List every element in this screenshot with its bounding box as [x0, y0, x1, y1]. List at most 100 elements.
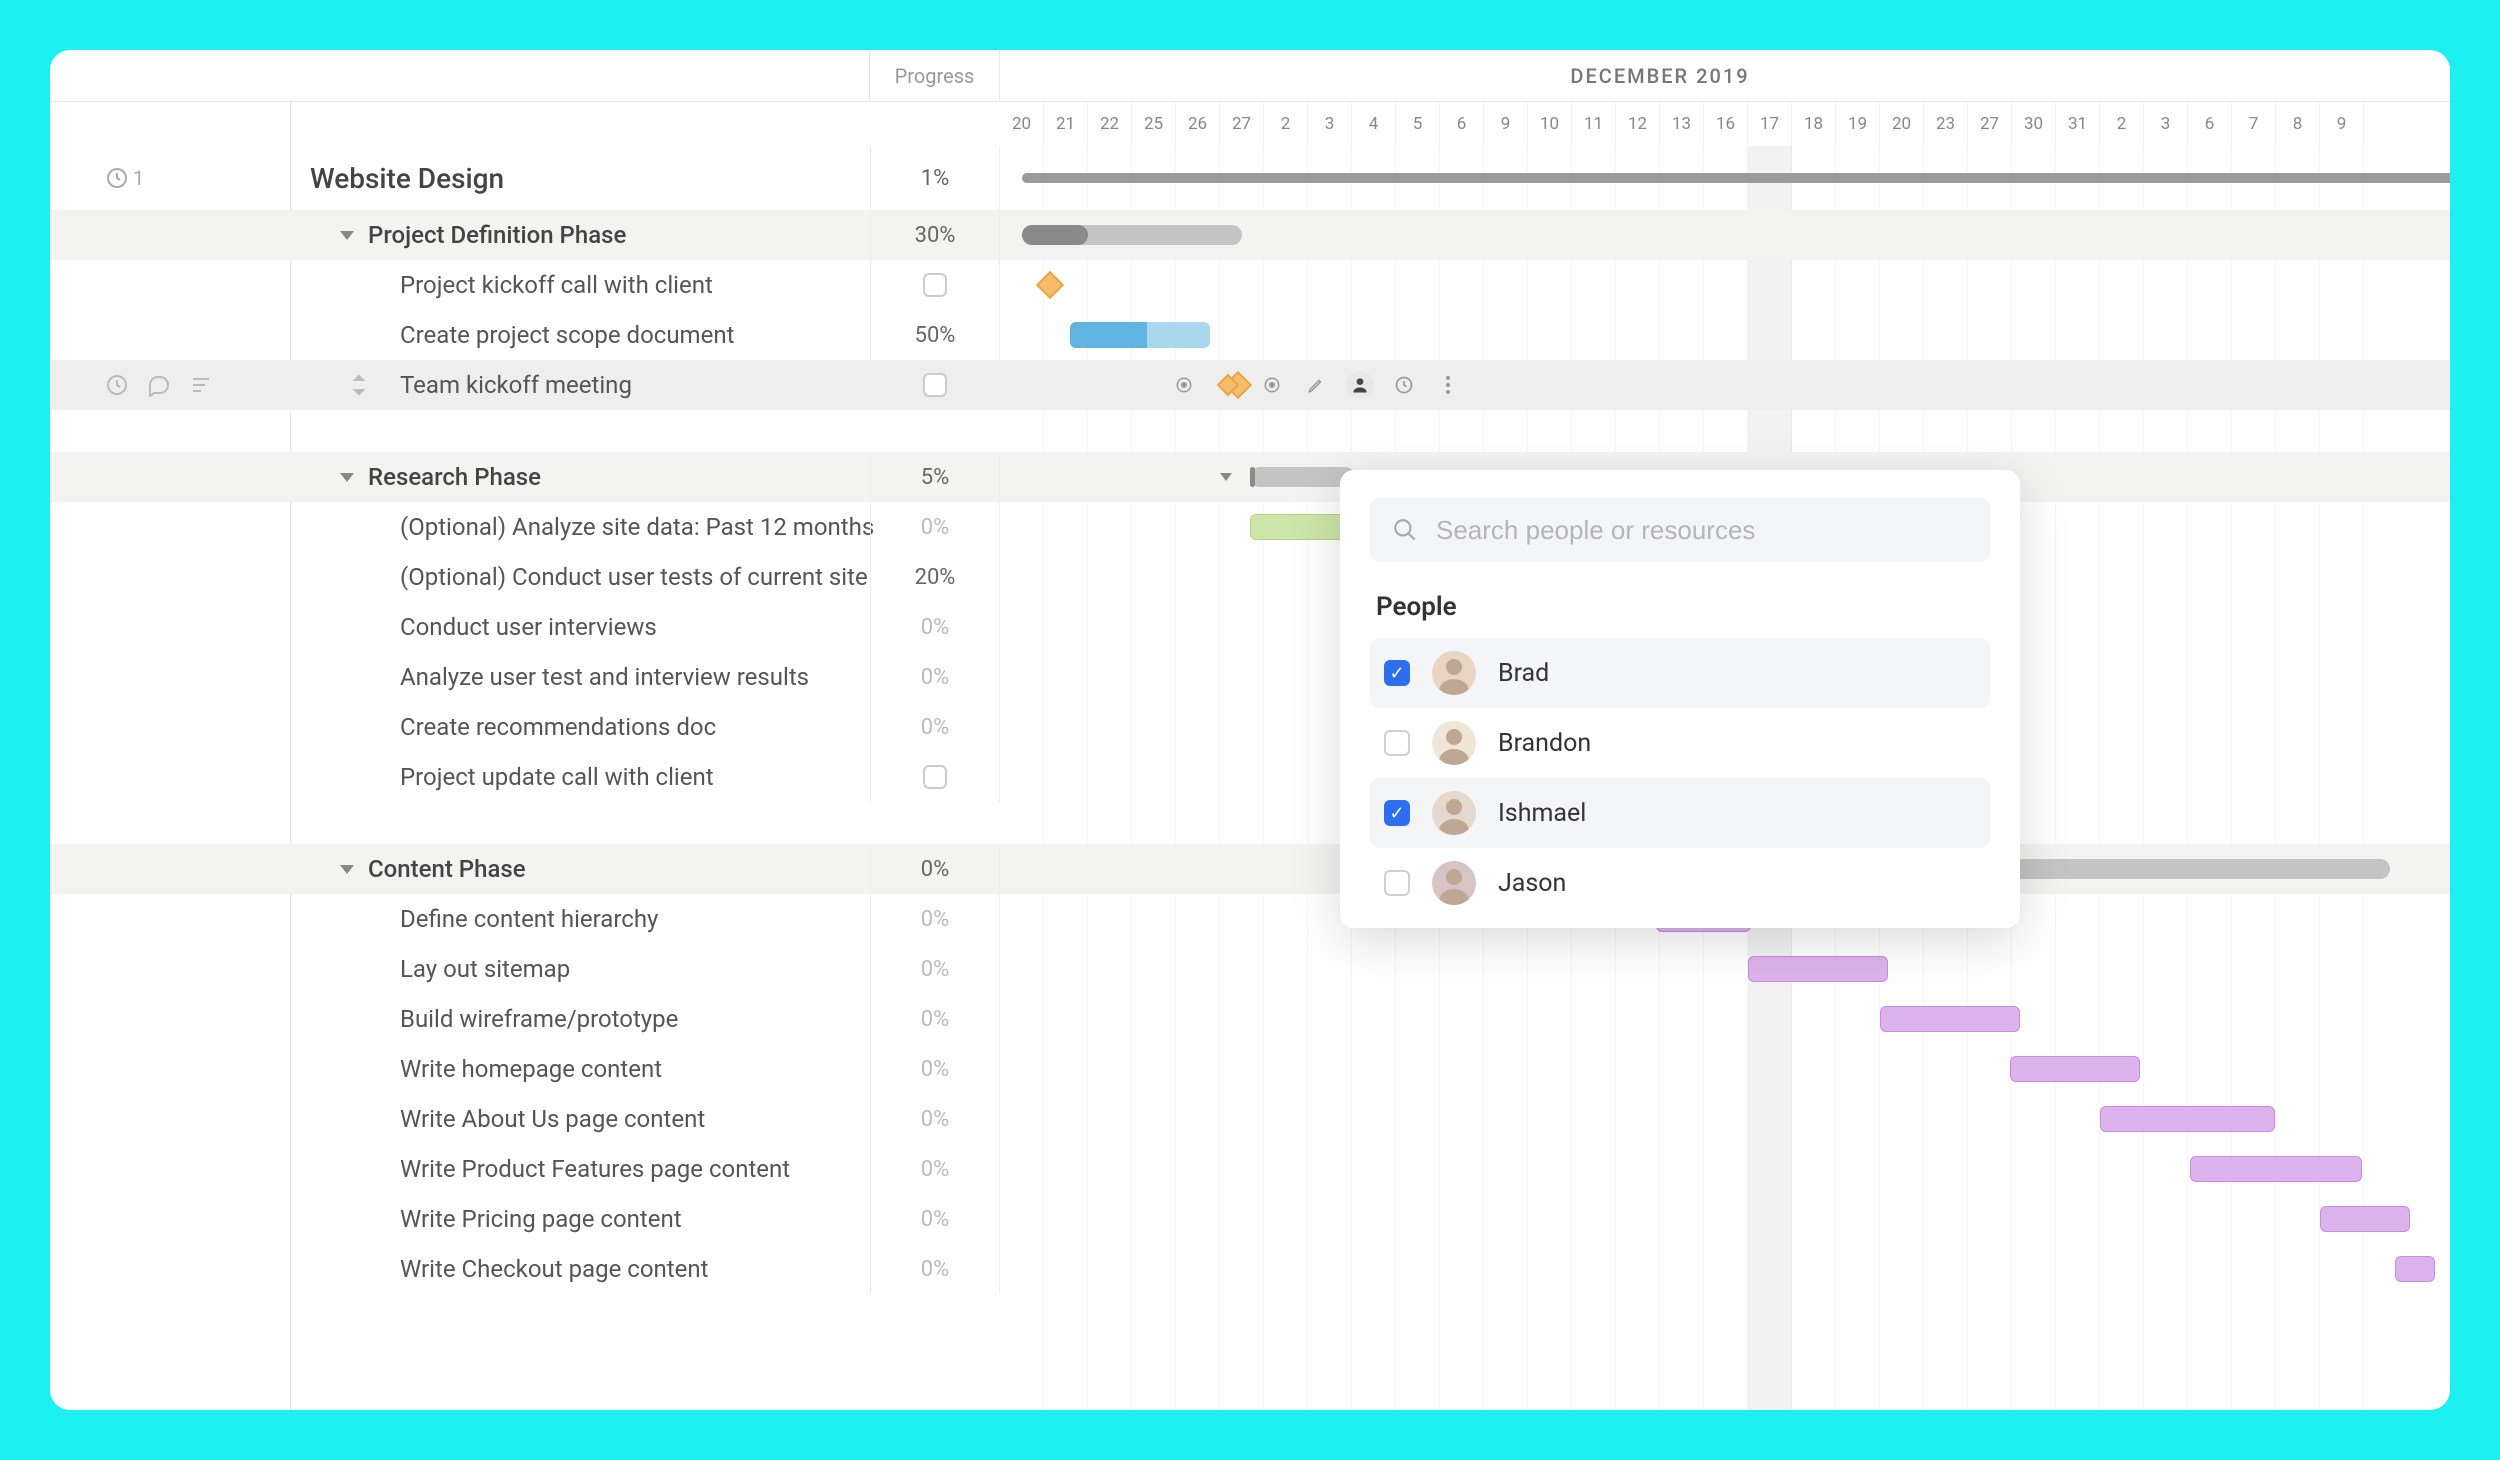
progress-cell[interactable]: 0%: [870, 1044, 1000, 1094]
clock-icon[interactable]: [1390, 371, 1418, 399]
task-row[interactable]: Write Pricing page content0%: [50, 1194, 2450, 1244]
task-row[interactable]: Write Checkout page content0%: [50, 1244, 2450, 1294]
day-column[interactable]: 22: [1088, 102, 1132, 146]
progress-cell[interactable]: 0%: [870, 994, 1000, 1044]
day-column[interactable]: 7: [2232, 102, 2276, 146]
timeline-days-strip[interactable]: 2021222526272345691011121316171819202327…: [1000, 102, 2450, 146]
task-bar[interactable]: [2100, 1106, 2275, 1132]
person-checkbox[interactable]: ✓: [1384, 660, 1410, 686]
milestone-icon[interactable]: [1214, 371, 1242, 399]
group-name[interactable]: Project Definition Phase: [340, 221, 626, 249]
task-bar[interactable]: [1880, 1006, 2020, 1032]
progress-cell[interactable]: 50%: [870, 310, 1000, 360]
day-column[interactable]: 9: [2320, 102, 2364, 146]
more-icon[interactable]: [1434, 371, 1462, 399]
task-row[interactable]: Write About Us page content 0%: [50, 1094, 2450, 1144]
progress-cell[interactable]: 0%: [870, 1194, 1000, 1244]
day-column[interactable]: 19: [1836, 102, 1880, 146]
day-column[interactable]: 26: [1176, 102, 1220, 146]
task-name[interactable]: Write About Us page content: [400, 1105, 705, 1133]
group-collapse-icon[interactable]: [1220, 473, 1232, 481]
progress-cell[interactable]: 5%: [870, 452, 1000, 502]
progress-cell[interactable]: 0%: [870, 502, 1000, 552]
group-bar[interactable]: [1022, 225, 1242, 245]
task-bar[interactable]: [1070, 322, 1210, 348]
task-name[interactable]: Write Product Features page content: [400, 1155, 790, 1183]
day-column[interactable]: 5: [1396, 102, 1440, 146]
day-column[interactable]: 6: [1440, 102, 1484, 146]
day-column[interactable]: 2: [1264, 102, 1308, 146]
complete-checkbox[interactable]: [923, 373, 947, 397]
progress-cell[interactable]: 0%: [870, 602, 1000, 652]
day-column[interactable]: 20: [1000, 102, 1044, 146]
person-checkbox[interactable]: [1384, 730, 1410, 756]
collapse-chevron-icon[interactable]: [340, 231, 354, 240]
day-column[interactable]: 3: [2144, 102, 2188, 146]
notes-icon[interactable]: [189, 373, 213, 397]
day-column[interactable]: 9: [1484, 102, 1528, 146]
group-row[interactable]: Research Phase 5%: [50, 452, 2450, 502]
task-row[interactable]: Conduct user interviews0%: [50, 602, 2450, 652]
attachment-icon[interactable]: 1: [105, 166, 144, 190]
day-column[interactable]: 21: [1044, 102, 1088, 146]
circle-dot-icon[interactable]: [1258, 371, 1286, 399]
day-column[interactable]: 20: [1880, 102, 1924, 146]
people-search[interactable]: [1370, 498, 1990, 562]
day-column[interactable]: 13: [1660, 102, 1704, 146]
progress-cell[interactable]: 0%: [870, 1094, 1000, 1144]
person-row[interactable]: ✓Ishmael: [1370, 778, 1990, 848]
collapse-chevron-icon[interactable]: [340, 473, 354, 482]
task-name[interactable]: Create project scope document: [400, 321, 734, 349]
task-bar[interactable]: [2395, 1256, 2435, 1282]
collapse-chevron-icon[interactable]: [340, 865, 354, 874]
group-row[interactable]: Project Definition Phase 30%: [50, 210, 2450, 260]
complete-checkbox[interactable]: [923, 273, 947, 297]
task-name[interactable]: Team kickoff meeting: [400, 371, 632, 399]
task-bar[interactable]: [1748, 956, 1888, 982]
progress-cell[interactable]: [870, 752, 1000, 802]
task-name[interactable]: Lay out sitemap: [400, 955, 570, 983]
progress-cell[interactable]: 30%: [870, 210, 1000, 260]
day-column[interactable]: 2: [2100, 102, 2144, 146]
task-name[interactable]: Project update call with client: [400, 763, 714, 791]
day-column[interactable]: 3: [1308, 102, 1352, 146]
progress-cell[interactable]: 0%: [870, 944, 1000, 994]
circle-dot-icon[interactable]: [1170, 371, 1198, 399]
progress-cell[interactable]: [870, 360, 1000, 410]
task-name[interactable]: Project kickoff call with client: [400, 271, 713, 299]
progress-cell[interactable]: 0%: [870, 894, 1000, 944]
spacer-row[interactable]: [50, 802, 2450, 844]
person-row[interactable]: ✓Brad: [1370, 638, 1990, 708]
task-row[interactable]: Team kickoff meeting: [50, 360, 2450, 410]
day-column[interactable]: 17: [1748, 102, 1792, 146]
task-row[interactable]: Lay out sitemap 0%: [50, 944, 2450, 994]
day-column[interactable]: 16: [1704, 102, 1748, 146]
task-name[interactable]: Write Checkout page content: [400, 1255, 708, 1283]
person-row[interactable]: Brandon: [1370, 708, 1990, 778]
person-checkbox[interactable]: ✓: [1384, 800, 1410, 826]
person-icon[interactable]: [1346, 371, 1374, 399]
day-column[interactable]: 31: [2056, 102, 2100, 146]
pencil-icon[interactable]: [1302, 371, 1330, 399]
day-column[interactable]: 18: [1792, 102, 1836, 146]
task-row[interactable]: Analyze user test and interview results0…: [50, 652, 2450, 702]
day-column[interactable]: 27: [1968, 102, 2012, 146]
group-name[interactable]: Content Phase: [340, 855, 526, 883]
task-name[interactable]: (Optional) Analyze site data: Past 12 mo…: [400, 513, 874, 541]
progress-cell[interactable]: 0%: [870, 844, 1000, 894]
milestone-marker[interactable]: [1036, 271, 1064, 299]
task-row[interactable]: Create project scope document 50%: [50, 310, 2450, 360]
task-row[interactable]: Project kickoff call with client: [50, 260, 2450, 310]
progress-cell[interactable]: [870, 260, 1000, 310]
task-bar[interactable]: [2320, 1206, 2410, 1232]
project-title[interactable]: Website Design: [310, 162, 504, 195]
task-row[interactable]: Build wireframe/prototype0%: [50, 994, 2450, 1044]
task-row[interactable]: Write Product Features page content0%: [50, 1144, 2450, 1194]
progress-cell[interactable]: 20%: [870, 552, 1000, 602]
day-column[interactable]: 8: [2276, 102, 2320, 146]
complete-checkbox[interactable]: [923, 765, 947, 789]
task-bar[interactable]: [2010, 1056, 2140, 1082]
day-column[interactable]: 23: [1924, 102, 1968, 146]
group-name[interactable]: Research Phase: [340, 463, 541, 491]
task-name[interactable]: Analyze user test and interview results: [400, 663, 809, 691]
